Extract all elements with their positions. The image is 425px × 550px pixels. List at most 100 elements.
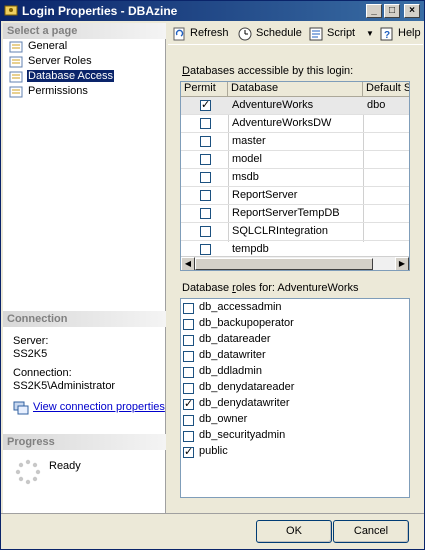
role-checkbox[interactable]	[183, 335, 194, 346]
permit-checkbox[interactable]	[200, 190, 211, 201]
role-item[interactable]: db_accessadmin	[183, 301, 282, 317]
database-row[interactable]: master	[181, 133, 409, 151]
database-name: AdventureWorksDW	[232, 117, 332, 129]
role-name: db_accessadmin	[199, 301, 282, 313]
help-icon: ?	[380, 27, 393, 41]
page-database-access[interactable]: Database Access	[9, 70, 114, 84]
database-name: AdventureWorks	[232, 99, 314, 111]
close-button[interactable]: ×	[404, 4, 420, 18]
scroll-thumb[interactable]	[195, 258, 373, 270]
role-item[interactable]: db_ddladmin	[183, 365, 262, 381]
progress-header: Progress	[3, 434, 166, 450]
script-dropdown-icon[interactable]: ▼	[366, 26, 374, 42]
maximize-button[interactable]: □	[384, 4, 400, 18]
role-checkbox[interactable]	[183, 303, 194, 314]
horizontal-scrollbar[interactable]: ◀ ▶	[181, 256, 409, 270]
database-name: ReportServerTempDB	[232, 207, 340, 219]
role-item[interactable]: db_owner	[183, 413, 247, 429]
permit-checkbox[interactable]	[200, 154, 211, 165]
script-button[interactable]: Script	[309, 26, 355, 42]
column-permit[interactable]: Permit	[181, 82, 228, 97]
refresh-button[interactable]: Refresh	[172, 26, 229, 42]
role-item[interactable]: db_denydatawriter	[183, 397, 290, 413]
role-name: db_denydatawriter	[199, 397, 290, 409]
role-item[interactable]: db_datareader	[183, 333, 271, 349]
server-value: SS2K5	[13, 348, 48, 360]
permit-checkbox[interactable]	[200, 118, 211, 129]
role-item[interactable]: db_backupoperator	[183, 317, 294, 333]
permit-checkbox[interactable]	[200, 136, 211, 147]
role-checkbox[interactable]	[183, 383, 194, 394]
role-checkbox[interactable]	[183, 351, 194, 362]
script-label: Script	[327, 27, 356, 39]
server-label: Server:	[13, 335, 49, 347]
database-row[interactable]: ReportServer	[181, 187, 409, 205]
page-icon	[9, 41, 23, 53]
roles-list: db_accessadmin db_backupoperator db_datare…	[180, 298, 410, 498]
connection-label: Connection:	[13, 367, 72, 379]
schedule-button[interactable]: Schedule	[238, 26, 302, 42]
page-server-roles[interactable]: Server Roles	[9, 55, 93, 69]
login-icon	[4, 5, 18, 16]
role-checkbox[interactable]	[183, 367, 194, 378]
page-database-access-label: Database Access	[27, 70, 114, 82]
page-permissions[interactable]: Permissions	[9, 85, 89, 99]
page-server-roles-label: Server Roles	[28, 55, 92, 67]
role-checkbox[interactable]	[183, 319, 194, 330]
role-item[interactable]: db_denydatareader	[183, 381, 294, 397]
left-pane: Select a page General Server Roles Datab…	[3, 23, 166, 513]
script-icon	[309, 27, 323, 41]
role-checkbox[interactable]	[183, 445, 194, 458]
role-name: db_owner	[199, 413, 248, 425]
database-row[interactable]: SQLCLRIntegration	[181, 223, 409, 241]
database-name: model	[232, 153, 262, 165]
progress-spinner-icon	[15, 459, 41, 485]
role-checkbox[interactable]	[183, 431, 194, 442]
cancel-button[interactable]: Cancel	[333, 520, 409, 543]
column-database[interactable]: Database	[228, 82, 363, 97]
role-name: db_ddladmin	[199, 365, 262, 377]
databases-label: Databases accessible by this login:	[182, 65, 354, 77]
database-row[interactable]: model	[181, 151, 409, 169]
database-name: ReportServer	[232, 189, 298, 201]
role-name: db_datawriter	[199, 349, 266, 361]
permit-checkbox[interactable]	[200, 208, 211, 219]
page-general-label: General	[28, 40, 68, 52]
permit-checkbox[interactable]	[200, 98, 211, 111]
column-default-schema[interactable]: Default Sc	[363, 82, 409, 97]
connection-properties-icon	[13, 401, 29, 415]
role-item[interactable]: public	[183, 445, 228, 461]
page-permissions-label: Permissions	[28, 85, 88, 97]
scroll-right-icon[interactable]: ▶	[395, 257, 409, 270]
clock-icon	[238, 27, 252, 41]
view-connection-properties[interactable]: View connection properties	[13, 401, 165, 415]
view-connection-properties-link[interactable]: View connection properties	[33, 401, 165, 413]
permit-checkbox[interactable]	[200, 172, 211, 183]
role-item[interactable]: db_datawriter	[183, 349, 266, 365]
role-name: db_datareader	[199, 333, 271, 345]
dialog-buttons-bar: OK Cancel	[1, 513, 424, 549]
title-bar[interactable]: Login Properties - DBAzine _ □ ×	[1, 1, 424, 21]
progress-status: Ready	[49, 460, 81, 472]
role-item[interactable]: db_securityadmin	[183, 429, 285, 445]
database-name: msdb	[232, 171, 259, 183]
scroll-left-icon[interactable]: ◀	[181, 257, 195, 270]
roles-label: Database roles for: AdventureWorks	[182, 282, 359, 294]
permit-checkbox[interactable]	[200, 226, 211, 237]
permit-checkbox[interactable]	[200, 244, 211, 255]
refresh-label: Refresh	[190, 27, 229, 39]
database-name: SQLCLRIntegration	[232, 225, 328, 237]
help-button[interactable]: ? Help	[380, 26, 421, 42]
database-row[interactable]: msdb	[181, 169, 409, 187]
role-checkbox[interactable]	[183, 397, 194, 410]
page-general[interactable]: General	[9, 40, 68, 54]
role-checkbox[interactable]	[183, 415, 194, 426]
ok-button[interactable]: OK	[256, 520, 332, 543]
default-schema[interactable]: dbo	[367, 99, 385, 111]
refresh-icon	[173, 27, 185, 41]
database-row[interactable]: AdventureWorks dbo	[181, 97, 409, 115]
database-name: tempdb	[232, 243, 269, 255]
database-row[interactable]: AdventureWorksDW	[181, 115, 409, 133]
minimize-button[interactable]: _	[366, 4, 382, 18]
database-row[interactable]: ReportServerTempDB	[181, 205, 409, 223]
